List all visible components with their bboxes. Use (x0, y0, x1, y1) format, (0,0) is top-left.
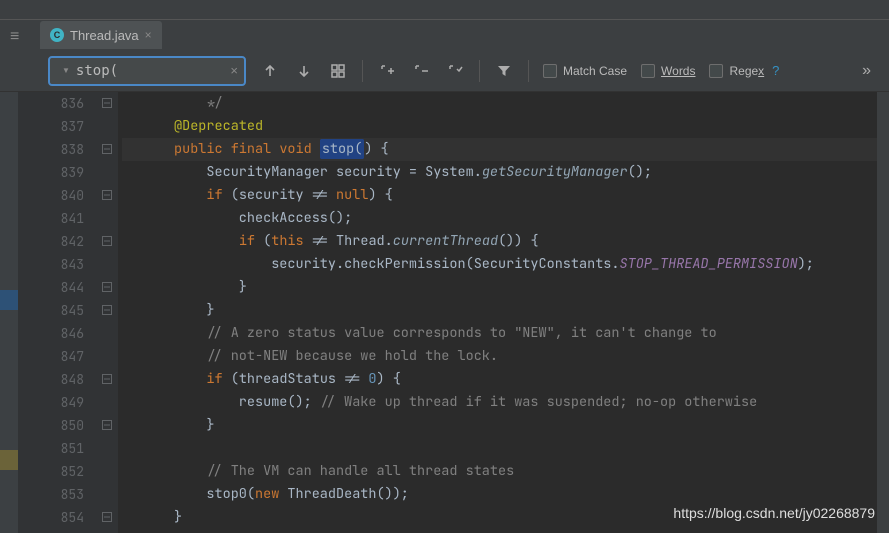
fold-column (100, 92, 118, 533)
tab-bar: ≡ C Thread.java × (0, 20, 889, 50)
titlebar (0, 0, 889, 20)
select-all-occurrences-icon[interactable] (445, 61, 465, 81)
prev-match-icon[interactable] (260, 61, 280, 81)
add-selection-icon[interactable] (377, 61, 397, 81)
next-match-icon[interactable] (294, 61, 314, 81)
tab-title: Thread.java (70, 28, 139, 43)
bookmark[interactable] (0, 290, 18, 310)
clear-icon[interactable]: × (230, 63, 238, 78)
line-gutter: 8368378388398408418428438448458468478488… (18, 92, 100, 533)
regex-checkbox[interactable]: Regex? (709, 63, 779, 78)
dropdown-icon[interactable]: ▼ (62, 66, 70, 75)
separator (479, 60, 480, 82)
watermark: https://blog.csdn.net/jy02268879 (673, 505, 875, 521)
select-all-icon[interactable] (328, 61, 348, 81)
find-bar: ▼ × Match Case Words Regex? » (0, 50, 889, 92)
class-icon: C (50, 28, 64, 42)
scrollbar[interactable] (877, 92, 889, 533)
remove-selection-icon[interactable] (411, 61, 431, 81)
regex-help[interactable]: ? (772, 63, 779, 78)
highlight-mark[interactable] (0, 450, 18, 470)
tab-thread-java[interactable]: C Thread.java × (40, 21, 162, 49)
left-margin (0, 92, 18, 533)
words-checkbox[interactable]: Words (641, 64, 695, 78)
code-area[interactable]: */@Deprecatedpublic final void stop() { … (118, 92, 889, 533)
separator (362, 60, 363, 82)
close-icon[interactable]: × (145, 28, 152, 42)
separator (528, 60, 529, 82)
more-icon[interactable]: » (862, 62, 873, 80)
filter-icon[interactable] (494, 61, 514, 81)
search-input[interactable] (76, 63, 218, 79)
matchcase-checkbox[interactable]: Match Case (543, 64, 627, 78)
menu-icon[interactable]: ≡ (10, 28, 19, 46)
search-input-container: ▼ × (48, 56, 246, 86)
editor: 8368378388398408418428438448458468478488… (0, 92, 889, 533)
